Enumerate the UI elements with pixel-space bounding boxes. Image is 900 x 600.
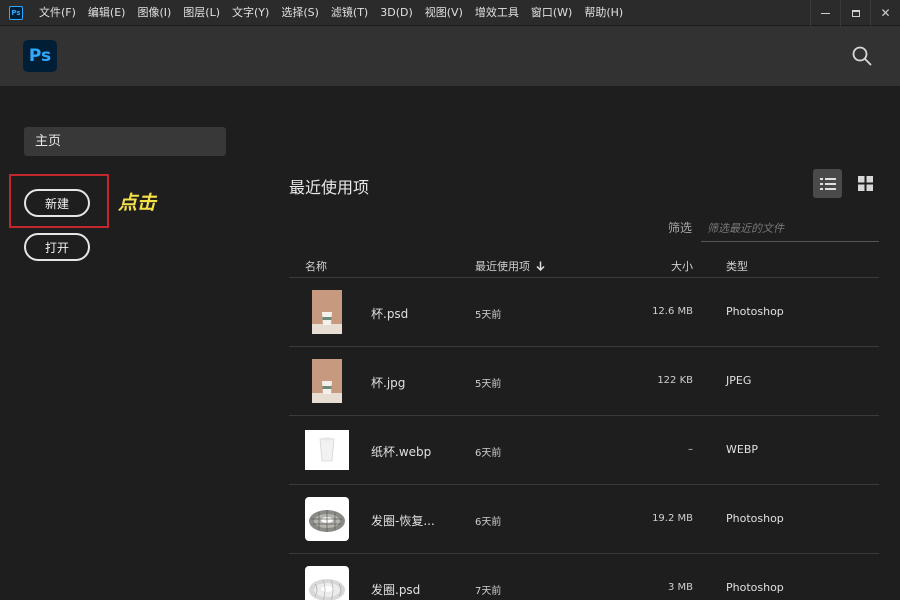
table-row[interactable]: 杯.jpg 5天前 122 KB JPEG: [289, 347, 879, 416]
file-thumbnail: [305, 290, 349, 334]
file-name[interactable]: 纸杯.webp: [371, 443, 431, 460]
file-recent: 6天前: [475, 448, 502, 459]
file-name[interactable]: 杯.psd: [371, 305, 408, 322]
file-name[interactable]: 发圈.psd: [371, 581, 420, 598]
file-type: JPEG: [726, 374, 752, 387]
search-icon[interactable]: [852, 46, 872, 66]
menu-window[interactable]: 窗口(W): [525, 0, 578, 26]
filter-label: 筛选: [668, 221, 693, 235]
open-button[interactable]: 打开: [24, 233, 90, 261]
file-thumbnail: [305, 359, 349, 403]
menu-filter[interactable]: 滤镜(T): [325, 0, 374, 26]
menu-type[interactable]: 文字(Y): [226, 0, 275, 26]
menu-items: 文件(F) 编辑(E) 图像(I) 图层(L) 文字(Y) 选择(S) 滤镜(T…: [33, 0, 629, 26]
close-button[interactable]: ✕: [870, 0, 900, 26]
file-type: Photoshop: [726, 512, 784, 525]
window-controls: ✕: [810, 0, 900, 26]
photoshop-logo: Ps: [23, 40, 57, 72]
recent-section-title: 最近使用项: [289, 178, 370, 197]
table-row[interactable]: 杯.psd 5天前 12.6 MB Photoshop: [289, 278, 879, 347]
list-view-icon: [819, 177, 836, 190]
menu-file[interactable]: 文件(F): [33, 0, 82, 26]
file-recent: 7天前: [475, 586, 502, 597]
file-name[interactable]: 杯.jpg: [371, 374, 405, 391]
minimize-icon: [821, 12, 830, 14]
column-header-size[interactable]: 大小: [671, 258, 693, 274]
file-name[interactable]: 发圈-恢复...: [371, 512, 435, 529]
maximize-button[interactable]: [840, 0, 870, 26]
close-icon: ✕: [880, 6, 891, 20]
file-type: WEBP: [726, 443, 759, 456]
column-header-recent[interactable]: 最近使用项: [475, 258, 545, 274]
new-button[interactable]: 新建: [24, 189, 90, 217]
sort-descending-icon: [536, 261, 545, 271]
app-header: Ps: [0, 26, 900, 86]
sidebar-item-home[interactable]: 主页: [24, 127, 226, 156]
cup-image-icon: [312, 290, 342, 334]
minimize-button[interactable]: [810, 0, 840, 26]
grid-view-icon: [858, 176, 873, 191]
scrunchie-image-icon: [305, 497, 349, 541]
file-recent: 6天前: [475, 517, 502, 528]
table-row[interactable]: 发圈-恢复... 6天前 19.2 MB Photoshop: [289, 485, 879, 554]
menu-3d[interactable]: 3D(D): [374, 0, 419, 26]
maximize-icon: [851, 9, 860, 17]
grid-view-button[interactable]: [851, 169, 880, 198]
file-size: 12.6 MB: [652, 306, 693, 317]
file-size: 19.2 MB: [652, 513, 693, 524]
file-size: –: [688, 444, 693, 455]
scrunchie-image-icon: [305, 566, 349, 600]
file-type: Photoshop: [726, 581, 784, 594]
menu-plugins[interactable]: 增效工具: [469, 0, 525, 26]
menu-image[interactable]: 图像(I): [131, 0, 177, 26]
filter-input[interactable]: [701, 216, 879, 242]
file-type: Photoshop: [726, 305, 784, 318]
file-thumbnail: [305, 428, 349, 472]
menu-help[interactable]: 帮助(H): [578, 0, 629, 26]
file-thumbnail: [305, 497, 349, 541]
column-header-recent-label: 最近使用项: [475, 260, 530, 273]
menu-view[interactable]: 视图(V): [419, 0, 469, 26]
menu-edit[interactable]: 编辑(E): [82, 0, 132, 26]
column-header-type[interactable]: 类型: [726, 258, 748, 274]
column-header-name[interactable]: 名称: [305, 258, 327, 274]
photoshop-app-icon: Ps: [9, 5, 23, 20]
menu-bar: Ps 文件(F) 编辑(E) 图像(I) 图层(L) 文字(Y) 选择(S) 滤…: [0, 0, 900, 26]
file-size: 3 MB: [667, 582, 693, 593]
paper-cup-image-icon: [305, 430, 349, 470]
annotation-click-label: 点击: [118, 192, 157, 214]
file-recent: 5天前: [475, 379, 502, 390]
file-size: 122 KB: [657, 375, 693, 386]
file-thumbnail: [305, 566, 349, 600]
table-row[interactable]: 纸杯.webp 6天前 – WEBP: [289, 416, 879, 485]
menu-select[interactable]: 选择(S): [275, 0, 325, 26]
table-row[interactable]: 发圈.psd 7天前 3 MB Photoshop: [289, 554, 879, 600]
recent-files-table: 名称 最近使用项 大小 类型 杯.psd 5天前 12.6 MB Photosh…: [289, 252, 879, 600]
table-header: 名称 最近使用项 大小 类型: [289, 252, 879, 278]
list-view-button[interactable]: [813, 169, 842, 198]
menu-layer[interactable]: 图层(L): [177, 0, 226, 26]
cup-image-icon: [312, 359, 342, 403]
file-recent: 5天前: [475, 310, 502, 321]
